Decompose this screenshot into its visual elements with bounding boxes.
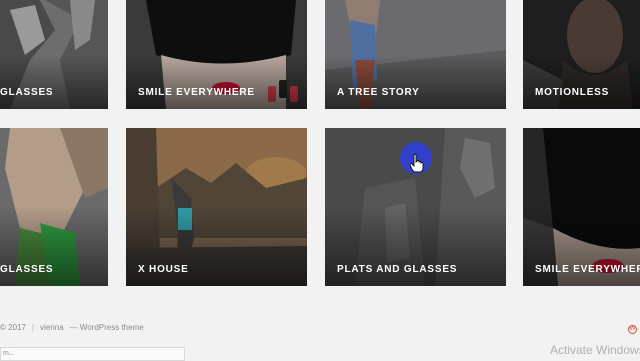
tile-shade	[523, 54, 640, 109]
theme-credit: — WordPress theme	[69, 323, 144, 332]
tile-shade	[0, 54, 108, 109]
footer-input-field[interactable]: m...	[0, 347, 185, 361]
gallery-tile-smile-everywhere-1[interactable]: SMILE EVERYWHERE	[126, 0, 307, 109]
copyright-text: © 2017	[0, 323, 26, 332]
site-name-link[interactable]: vienna	[40, 323, 64, 332]
wordpress-icon[interactable]: W	[628, 325, 637, 334]
tile-label: GLASSES	[0, 87, 54, 98]
gallery-tile-glasses-2[interactable]: GLASSES	[0, 128, 108, 286]
tile-label: SMILE EVERYWHERE	[535, 264, 640, 275]
gallery-tile-motionless[interactable]: MOTIONLESS	[523, 0, 640, 109]
tile-label: MOTIONLESS	[535, 87, 610, 98]
gallery-tile-smile-everywhere-2[interactable]: SMILE EVERYWHERE	[523, 128, 640, 286]
tile-label: PLATS AND GLASSES	[337, 264, 458, 275]
tile-shade	[126, 54, 307, 109]
tile-label: A TREE STORY	[337, 87, 420, 98]
hand-pointer-icon	[409, 153, 424, 173]
tile-label: X HOUSE	[138, 264, 189, 275]
site-footer: © 2017 | vienna — WordPress theme	[0, 323, 144, 332]
activate-windows-watermark: Activate Windows	[550, 343, 640, 357]
gallery-tile-a-tree-story[interactable]: A TREE STORY	[325, 0, 506, 109]
tile-shade	[325, 54, 506, 109]
gallery-tile-glasses-1[interactable]: GLASSES	[0, 0, 108, 109]
gallery-tile-x-house[interactable]: X HOUSE	[126, 128, 307, 286]
footer-separator: |	[31, 323, 34, 332]
tile-label: SMILE EVERYWHERE	[138, 87, 255, 98]
tile-label: GLASSES	[0, 264, 54, 275]
